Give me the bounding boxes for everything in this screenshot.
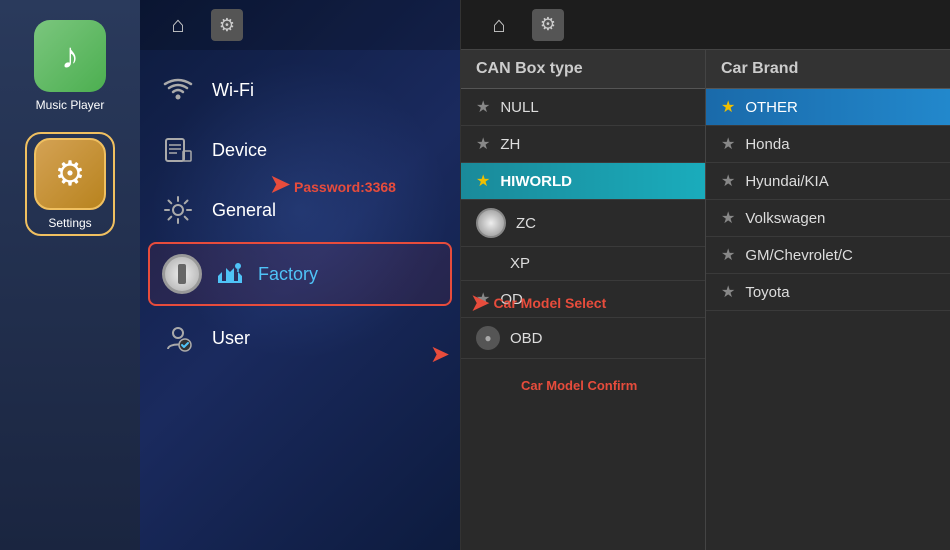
can-item-null[interactable]: ★ NULL bbox=[461, 89, 705, 126]
zc-label: ZC bbox=[516, 215, 536, 232]
music-player-icon: ♪ bbox=[34, 20, 106, 92]
can-box-header: CAN Box type bbox=[461, 50, 705, 89]
null-star-icon: ★ bbox=[476, 97, 490, 117]
car-brand-header: Car Brand bbox=[706, 50, 950, 89]
can-box-column: CAN Box type ★ NULL ★ ZH ★ HIWORLD ZC ➤ bbox=[461, 50, 706, 550]
honda-star-icon: ★ bbox=[721, 134, 735, 154]
home-button[interactable]: ⌂ bbox=[160, 7, 196, 43]
settings-label: Settings bbox=[48, 216, 91, 230]
volkswagen-star-icon: ★ bbox=[721, 208, 735, 228]
other-star-icon: ★ bbox=[721, 97, 735, 117]
menu-item-device[interactable]: ➤ Device bbox=[140, 120, 460, 180]
od-star-icon: ★ bbox=[476, 289, 490, 309]
sidebar: ♪ Music Player ⚙ Settings bbox=[0, 0, 140, 550]
settings-icon-box: ⚙ bbox=[34, 138, 106, 210]
can-item-zc[interactable]: ZC ➤ bbox=[461, 200, 705, 247]
brand-item-toyota[interactable]: ★ Toyota bbox=[706, 274, 950, 311]
settings-app[interactable]: ⚙ Settings bbox=[25, 132, 115, 236]
can-item-hiworld[interactable]: ★ HIWORLD bbox=[461, 163, 705, 200]
brand-item-hyundai[interactable]: ★ Hyundai/KIA bbox=[706, 163, 950, 200]
wifi-icon bbox=[160, 72, 196, 108]
menu-item-general[interactable]: General bbox=[140, 180, 460, 240]
obd-icon: ● bbox=[476, 326, 500, 350]
right-content: CAN Box type ★ NULL ★ ZH ★ HIWORLD ZC ➤ bbox=[461, 50, 950, 550]
menu-item-factory[interactable]: Factory bbox=[148, 242, 452, 306]
brand-item-honda[interactable]: ★ Honda bbox=[706, 126, 950, 163]
right-home-button[interactable]: ⌂ bbox=[481, 7, 517, 43]
brand-item-other[interactable]: ★ OTHER bbox=[706, 89, 950, 126]
menu-list: Wi-Fi ➤ Device bbox=[140, 50, 460, 550]
hiworld-label: HIWORLD bbox=[500, 173, 572, 190]
zc-toggle[interactable] bbox=[476, 208, 506, 238]
factory-icon bbox=[212, 256, 248, 292]
volkswagen-label: Volkswagen bbox=[745, 210, 825, 227]
zh-label: ZH bbox=[500, 136, 520, 153]
gm-label: GM/Chevrolet/C bbox=[745, 247, 853, 264]
hyundai-star-icon: ★ bbox=[721, 171, 735, 191]
factory-label: Factory bbox=[258, 264, 318, 285]
topbar-settings-button[interactable]: ⚙ bbox=[211, 9, 243, 41]
null-label: NULL bbox=[500, 99, 538, 116]
device-icon bbox=[160, 132, 196, 168]
can-item-zh[interactable]: ★ ZH bbox=[461, 126, 705, 163]
od-label: OD bbox=[500, 291, 523, 308]
can-item-xp[interactable]: XP bbox=[461, 247, 705, 281]
hyundai-label: Hyundai/KIA bbox=[745, 173, 828, 190]
music-player-app[interactable]: ♪ Music Player bbox=[25, 20, 115, 112]
honda-label: Honda bbox=[745, 136, 789, 153]
music-player-label: Music Player bbox=[36, 98, 105, 112]
factory-toggle[interactable] bbox=[162, 254, 202, 294]
other-label: OTHER bbox=[745, 99, 798, 116]
user-label: User bbox=[212, 328, 250, 349]
hiworld-star-icon: ★ bbox=[476, 171, 490, 191]
wifi-label: Wi-Fi bbox=[212, 80, 254, 101]
middle-panel: ⌂ ⚙ Wi-Fi ➤ bbox=[140, 0, 460, 550]
can-item-obd[interactable]: ● OBD bbox=[461, 318, 705, 359]
middle-topbar: ⌂ ⚙ bbox=[140, 0, 460, 50]
zh-star-icon: ★ bbox=[476, 134, 490, 154]
device-label: Device bbox=[212, 140, 267, 161]
toyota-star-icon: ★ bbox=[721, 282, 735, 302]
general-icon bbox=[160, 192, 196, 228]
car-brand-column: Car Brand ★ OTHER ★ Honda ★ Hyundai/KIA … bbox=[706, 50, 950, 550]
menu-item-user[interactable]: User bbox=[140, 308, 460, 368]
gm-star-icon: ★ bbox=[721, 245, 735, 265]
user-icon bbox=[160, 320, 196, 356]
right-panel: ⌂ ⚙ ➤ Car Model Select Car Model Confirm… bbox=[461, 0, 950, 550]
right-settings-button[interactable]: ⚙ bbox=[532, 9, 564, 41]
obd-label: OBD bbox=[510, 330, 543, 347]
menu-item-wifi[interactable]: Wi-Fi bbox=[140, 60, 460, 120]
xp-label: XP bbox=[510, 255, 530, 272]
toyota-label: Toyota bbox=[745, 284, 789, 301]
right-topbar: ⌂ ⚙ bbox=[461, 0, 950, 50]
can-item-od[interactable]: ★ OD bbox=[461, 281, 705, 318]
brand-item-volkswagen[interactable]: ★ Volkswagen bbox=[706, 200, 950, 237]
brand-item-gm[interactable]: ★ GM/Chevrolet/C bbox=[706, 237, 950, 274]
general-label: General bbox=[212, 200, 276, 221]
